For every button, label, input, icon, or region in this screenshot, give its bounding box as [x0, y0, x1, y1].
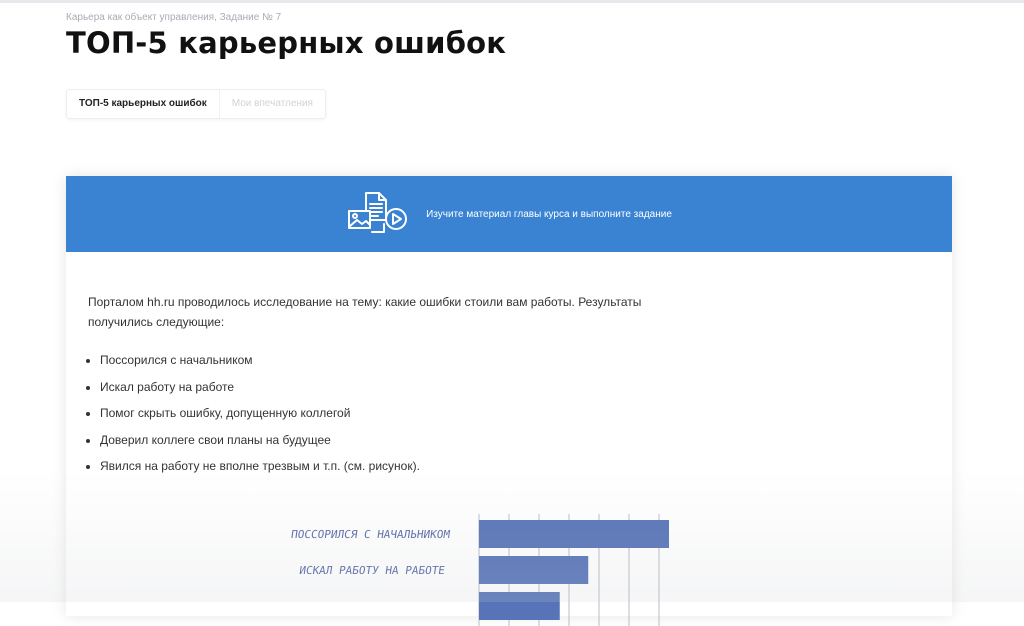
page: Карьера как объект управления, Задание №… — [0, 0, 1024, 626]
list-item: Искал работу на работе — [100, 379, 952, 396]
chart-bar — [479, 556, 589, 584]
task-banner: Изучите материал главы курса и выполните… — [66, 176, 952, 252]
error-list: Поссорился с начальником Искал работу на… — [88, 352, 952, 475]
task-card: Изучите материал главы курса и выполните… — [66, 176, 952, 626]
career-errors-chart: ПОССОРИЛСЯ С НАЧАЛЬНИКОМ ИСКАЛ РАБОТУ НА … — [290, 514, 669, 626]
media-files-icon — [348, 192, 408, 233]
list-item: Доверил коллеге свои планы на будущее — [100, 432, 952, 449]
list-item: Явился на работу не вполне трезвым и т.п… — [100, 458, 952, 475]
chart-category-label: ПОССОРИЛСЯ С НАЧАЛЬНИКОМ — [290, 528, 451, 541]
chart-bar — [479, 520, 669, 548]
list-item: Помог скрыть ошибку, допущенную коллегой — [100, 405, 952, 422]
chart-category-label: ИСКАЛ РАБОТУ НА РАБОТЕ — [298, 564, 445, 577]
breadcrumb[interactable]: Карьера как объект управления, Задание №… — [66, 12, 281, 23]
page-title: ТОП-5 карьерных ошибок — [66, 26, 507, 60]
list-item: Поссорился с начальником — [100, 352, 952, 369]
tab-my-impressions[interactable]: Мои впечатления — [218, 90, 325, 118]
task-body: Порталом hh.ru проводилось исследование … — [66, 252, 952, 475]
banner-text: Изучите материал главы курса и выполните… — [426, 208, 672, 220]
intro-text: Порталом hh.ru проводилось исследование … — [88, 295, 642, 329]
chart-bar — [479, 592, 560, 620]
tab-bar: ТОП-5 карьерных ошибок Мои впечатления — [66, 89, 326, 119]
tab-top5-errors[interactable]: ТОП-5 карьерных ошибок — [67, 90, 219, 118]
